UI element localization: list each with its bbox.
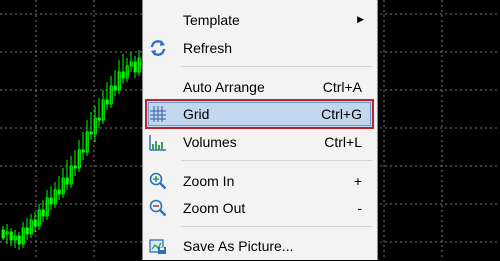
menu-item-label: Zoom Out [183, 200, 246, 216]
menu-item-label: Refresh [183, 40, 233, 56]
chart-context-menu: Template ▶ Refresh Auto Arrange Ctrl+A G… [142, 0, 378, 260]
candle-body [41, 209, 45, 217]
volumes-icon [149, 135, 166, 151]
menu-item-auto-arrange[interactable]: Auto Arrange Ctrl+A [145, 72, 374, 102]
candle-body [9, 231, 13, 241]
menu-item-shortcut: Ctrl+L [324, 134, 362, 150]
submenu-arrow-icon: ▶ [357, 14, 364, 24]
menu-item-volumes[interactable]: Volumes Ctrl+L [145, 127, 374, 157]
candle-body [49, 197, 53, 205]
menu-item-label: Save As Picture... [183, 238, 294, 254]
candle-body [121, 71, 125, 79]
menu-separator [181, 66, 372, 67]
candle-body [97, 117, 101, 121]
menu-item-grid[interactable]: Grid Ctrl+G [145, 99, 374, 129]
menu-item-label: Template [183, 12, 240, 28]
menu-item-save-as-picture[interactable]: Save As Picture... [145, 231, 374, 261]
candle-body [25, 227, 29, 235]
candle-body [81, 149, 85, 153]
candle-body [33, 219, 37, 227]
candle-body [17, 235, 21, 245]
candle-body [65, 177, 69, 185]
menu-item-zoom-out[interactable]: Zoom Out - [145, 193, 374, 223]
save-picture-icon [149, 239, 166, 254]
candle-body [73, 165, 77, 169]
candle-body [133, 61, 137, 73]
menu-item-shortcut: Ctrl+A [322, 79, 362, 95]
menu-separator [181, 226, 372, 227]
menu-item-label: Volumes [183, 134, 237, 150]
candle-body [113, 85, 117, 91]
menu-item-shortcut: + [353, 173, 362, 189]
menu-item-shortcut: - [357, 200, 362, 216]
zoom-out-icon [149, 199, 167, 217]
candle-body [105, 99, 109, 105]
menu-item-label: Zoom In [183, 173, 235, 189]
grid-icon [150, 106, 166, 122]
zoom-in-icon [149, 172, 167, 190]
menu-item-zoom-in[interactable]: Zoom In + [145, 166, 374, 196]
candle-body [1, 229, 5, 239]
menu-item-label: Grid [183, 106, 210, 122]
candle-body [57, 189, 61, 195]
menu-item-refresh[interactable]: Refresh [145, 33, 374, 63]
refresh-icon [150, 40, 166, 56]
menu-separator [181, 160, 372, 161]
menu-item-label: Auto Arrange [183, 79, 265, 95]
candle-body [89, 131, 93, 135]
menu-item-shortcut: Ctrl+G [321, 106, 362, 122]
menu-item-template[interactable]: Template ▶ [145, 5, 374, 35]
